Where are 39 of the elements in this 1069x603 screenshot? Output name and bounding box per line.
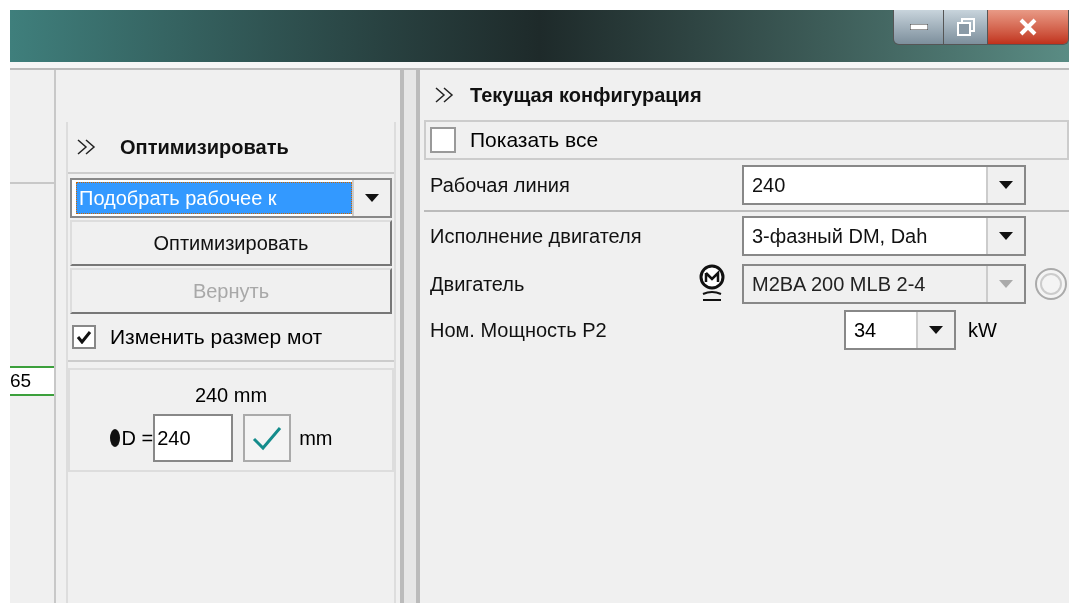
minimize-button[interactable] (894, 10, 944, 44)
checkbox[interactable] (430, 127, 456, 153)
dropdown[interactable]: 240 (742, 165, 1026, 205)
section-title: Текущая конфигурация (470, 83, 702, 108)
table-cell-value: 65 (10, 368, 32, 393)
diameter-icon (109, 428, 122, 448)
power-dropdown[interactable]: 34 (844, 310, 956, 350)
unit-label: kW (968, 318, 997, 343)
checkbox-label: Показать все (470, 127, 599, 154)
dropdown[interactable]: 3-фазный DM, Dah (742, 216, 1026, 256)
restore-icon (956, 18, 975, 36)
dropdown-value: Подобрать рабочее к (76, 182, 352, 214)
motor-icon (699, 264, 725, 304)
field-label: Исполнение двигателя (430, 224, 643, 249)
close-button[interactable] (988, 10, 1068, 44)
diameter-reading: 240 mm (194, 383, 268, 408)
optimize-button[interactable]: Оптимизировать (70, 220, 392, 266)
field-label: Двигатель (430, 272, 526, 297)
checkmark-icon (252, 425, 283, 451)
double-chevron-icon (434, 87, 456, 103)
diameter-input[interactable]: 240 (153, 414, 234, 462)
double-chevron-icon (76, 139, 98, 155)
unit-label: mm (299, 426, 333, 451)
restore-button[interactable] (944, 10, 988, 44)
field-label: Ном. Мощность P2 (430, 318, 608, 343)
checkbox-label: Изменить размер мот (110, 324, 323, 351)
close-icon (1018, 18, 1038, 36)
apply-button[interactable] (243, 414, 292, 462)
section-title: Оптимизировать (120, 135, 289, 160)
caret-icon (998, 231, 1014, 241)
checkbox[interactable] (72, 325, 96, 349)
caret-icon (998, 180, 1014, 190)
caret-icon (998, 279, 1014, 289)
minimize-icon (909, 24, 928, 30)
diameter-label: D = (121, 426, 154, 451)
field-label: Рабочая линия (430, 173, 571, 198)
caret-icon (364, 193, 380, 203)
checkmark-icon (76, 330, 92, 344)
caret-icon (928, 325, 944, 335)
